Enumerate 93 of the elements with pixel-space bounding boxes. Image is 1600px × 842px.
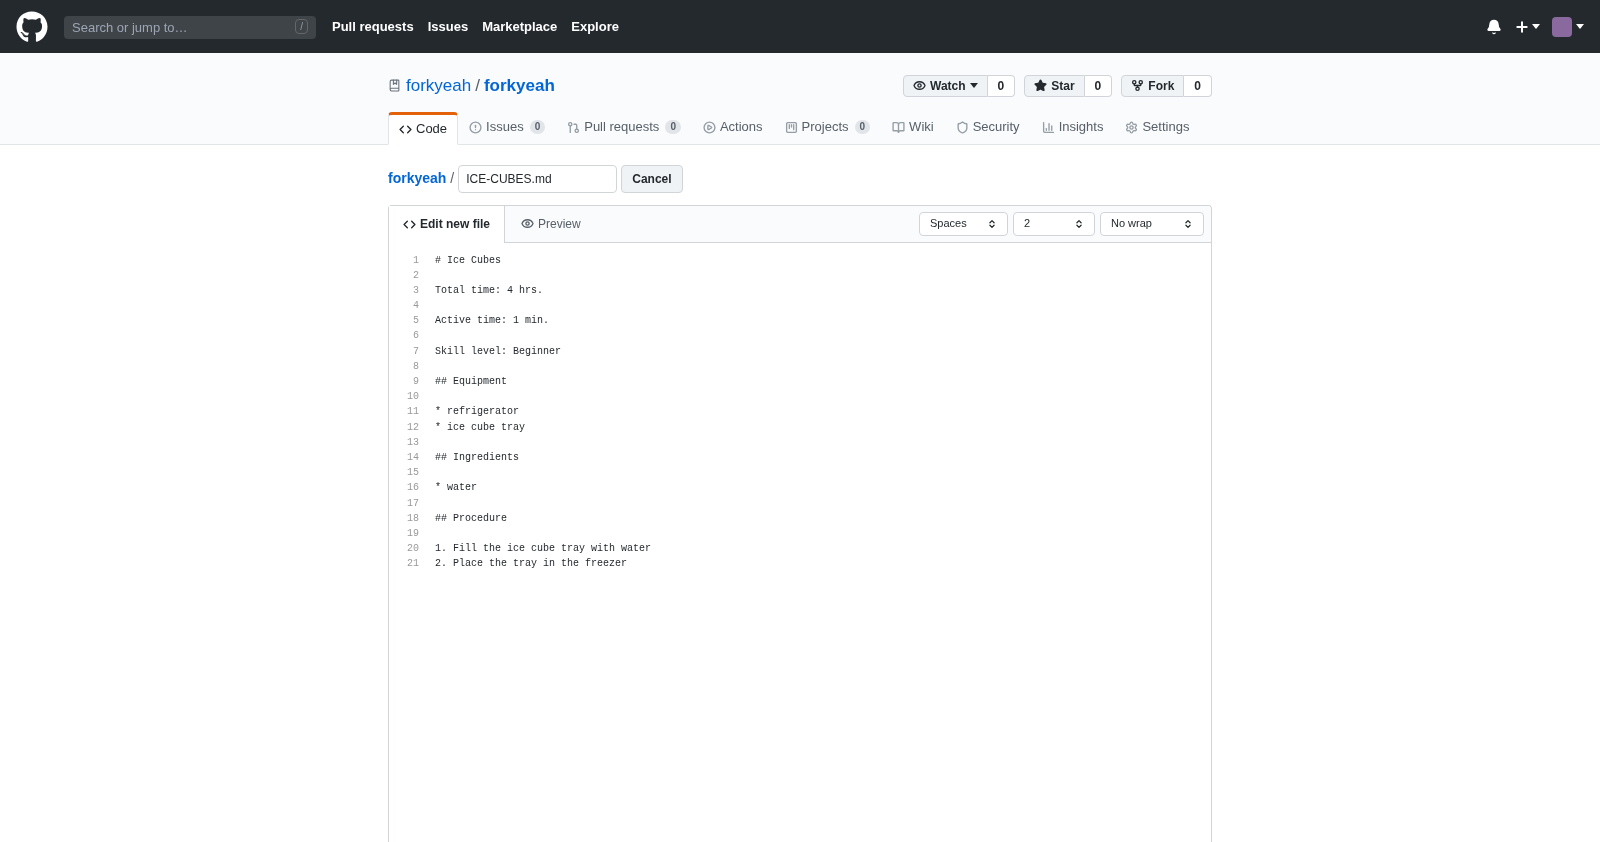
repo-tab[interactable]: Issues 0 bbox=[458, 110, 557, 144]
line-number: 6 bbox=[412, 329, 420, 344]
caret-icon bbox=[1576, 24, 1584, 29]
repo-tab[interactable]: Settings bbox=[1114, 110, 1201, 144]
code-line: * ice cube tray bbox=[435, 420, 525, 435]
line-number: 2 bbox=[412, 268, 420, 283]
star-button[interactable]: Star bbox=[1024, 74, 1085, 97]
line-number: 19 bbox=[406, 526, 420, 541]
code-line: * refrigerator bbox=[435, 405, 519, 420]
book-icon bbox=[892, 120, 906, 134]
path-separator: / bbox=[450, 169, 455, 188]
code-line: ## Equipment bbox=[435, 375, 507, 389]
avatar-menu-button[interactable] bbox=[1552, 16, 1584, 37]
settings-icon bbox=[1125, 120, 1139, 134]
fork-icon bbox=[1131, 79, 1145, 93]
select-dropdown[interactable]: Spaces bbox=[919, 211, 1008, 236]
watch-button[interactable]: Watch bbox=[903, 74, 988, 97]
shortcut-key: / bbox=[295, 19, 308, 34]
repo-tab[interactable]: Code bbox=[388, 111, 459, 145]
alert-circle-icon bbox=[469, 120, 483, 134]
social-count[interactable]: 0 bbox=[1184, 74, 1212, 97]
line-number: 1 bbox=[412, 253, 420, 268]
nav-link[interactable]: Marketplace bbox=[482, 16, 558, 37]
breadcrumb-link[interactable]: forkyeah bbox=[388, 168, 447, 189]
sort-arrows-icon bbox=[987, 218, 997, 229]
repo-name-link[interactable]: forkyeah bbox=[483, 73, 555, 99]
board-icon bbox=[784, 120, 798, 134]
code-line: # Ice Cubes bbox=[435, 253, 501, 268]
code-line: 1. Fill the ice cube tray with water bbox=[435, 542, 652, 557]
editor-tab[interactable]: Preview bbox=[505, 205, 597, 242]
repo-tab[interactable]: Insights bbox=[1030, 110, 1115, 144]
repo-tab[interactable]: Actions bbox=[691, 110, 774, 144]
line-number: 9 bbox=[412, 375, 420, 389]
avatar bbox=[1552, 16, 1572, 37]
line-number: 7 bbox=[412, 344, 420, 359]
code-line: 2. Place the tray in the freezer bbox=[435, 557, 628, 572]
code-line: ## Ingredients bbox=[435, 450, 519, 465]
line-number: 3 bbox=[412, 283, 420, 298]
social-count[interactable]: 0 bbox=[987, 74, 1016, 97]
line-number: 10 bbox=[406, 390, 420, 405]
line-number: 16 bbox=[406, 481, 420, 496]
path-separator: / bbox=[475, 75, 480, 97]
select-dropdown[interactable]: No wrap bbox=[1100, 211, 1204, 236]
play-circle-icon bbox=[702, 120, 716, 134]
nav-link[interactable]: Pull requests bbox=[332, 16, 414, 37]
social-count[interactable]: 0 bbox=[1084, 74, 1113, 97]
nav-link[interactable]: Issues bbox=[427, 16, 469, 37]
tab-counter: 0 bbox=[665, 120, 681, 134]
shield-icon bbox=[955, 120, 969, 134]
select-dropdown[interactable]: 2 bbox=[1013, 211, 1095, 236]
line-number: 18 bbox=[406, 511, 420, 526]
create-menu-button[interactable] bbox=[1514, 18, 1540, 35]
line-number: 12 bbox=[406, 420, 420, 435]
tab-counter: 0 bbox=[529, 120, 546, 134]
nav-link[interactable]: Explore bbox=[571, 16, 619, 37]
code-line: Total time: 4 hrs. bbox=[435, 283, 544, 298]
repo-tab[interactable]: Wiki bbox=[881, 110, 945, 144]
line-number: 20 bbox=[406, 542, 420, 557]
code-line: ## Procedure bbox=[435, 511, 507, 526]
sort-arrows-icon bbox=[1183, 218, 1193, 229]
line-number: 17 bbox=[406, 496, 420, 511]
cancel-button[interactable]: Cancel bbox=[621, 164, 683, 193]
line-number: 21 bbox=[406, 557, 420, 572]
line-number: 8 bbox=[412, 359, 420, 374]
fork-button[interactable]: Fork bbox=[1121, 74, 1185, 97]
bar-chart-icon bbox=[1041, 120, 1055, 134]
line-number: 5 bbox=[412, 314, 420, 329]
eye-icon bbox=[521, 217, 534, 230]
line-number: 14 bbox=[406, 450, 420, 465]
sort-arrows-icon bbox=[1074, 218, 1084, 229]
repo-icon bbox=[388, 79, 401, 93]
star-icon bbox=[1034, 79, 1048, 93]
filename-field[interactable]: ICE-CUBES.md bbox=[458, 164, 618, 193]
line-number: 15 bbox=[406, 466, 420, 481]
line-number: 4 bbox=[412, 299, 420, 314]
notification-bell-icon[interactable] bbox=[1486, 18, 1502, 35]
caret-icon bbox=[1532, 24, 1540, 29]
repo-tab[interactable]: Pull requests 0 bbox=[556, 110, 692, 144]
code-line: * water bbox=[435, 481, 477, 496]
tab-counter: 0 bbox=[854, 120, 871, 134]
line-number: 11 bbox=[406, 405, 420, 420]
plus-icon bbox=[1514, 18, 1530, 35]
repo-tab[interactable]: Projects 0 bbox=[773, 110, 882, 144]
editor-tab[interactable]: Edit new file bbox=[389, 205, 505, 243]
eye-icon bbox=[913, 79, 926, 93]
repo-tab[interactable]: Security bbox=[944, 110, 1031, 144]
pull-request-icon bbox=[567, 120, 581, 134]
code-line: Active time: 1 min. bbox=[435, 314, 550, 329]
github-logo-icon[interactable] bbox=[16, 10, 48, 43]
repo-owner-link[interactable]: forkyeah bbox=[406, 73, 472, 99]
code-line: Skill level: Beginner bbox=[435, 344, 562, 359]
caret-icon bbox=[969, 83, 978, 89]
line-number: 13 bbox=[406, 435, 420, 450]
